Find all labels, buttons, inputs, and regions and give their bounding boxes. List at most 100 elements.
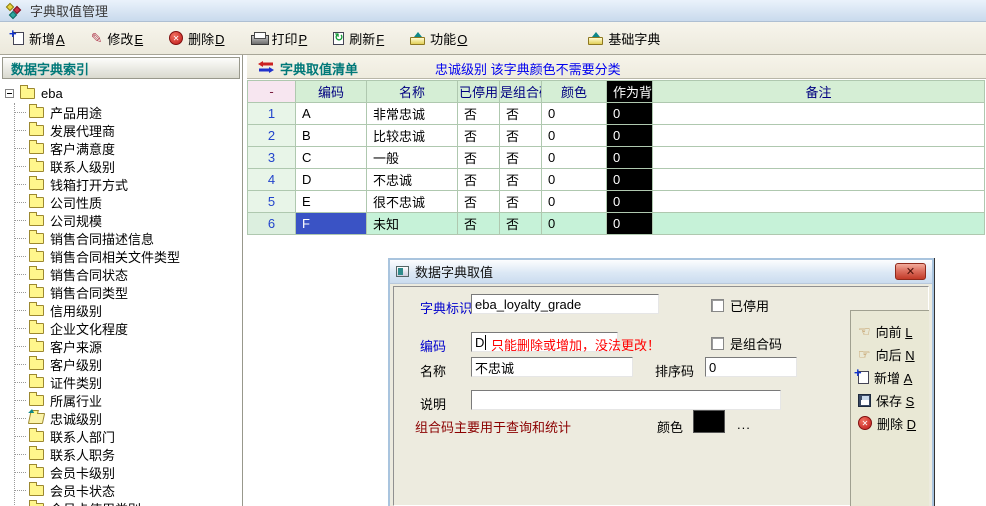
base-dictionary-button[interactable]: 基础字典 [582,26,666,51]
tree-item-label: 公司规模 [50,211,102,230]
tree-item[interactable]: 销售合同相关文件类型 [15,247,241,265]
color-picker-button[interactable]: ... [737,417,751,432]
tree-item[interactable]: 公司规模 [15,211,241,229]
tree-item[interactable]: 所属行业 [15,391,241,409]
table-row-selected[interactable]: 6 F 未知 否 否 0 0 [248,213,985,235]
folder-icon [29,233,44,244]
sort-input[interactable] [705,357,797,377]
tree-item[interactable]: 客户满意度 [15,139,241,157]
tree-item[interactable]: 发展代理商 [15,121,241,139]
col-header-combo[interactable]: 是组合码 [500,81,542,103]
table-row[interactable]: 1 A 非常忠诚 否 否 0 0 [248,103,985,125]
dialog-delete-button[interactable]: ✕ 删除 D [851,415,916,431]
function-button[interactable]: 功能O [404,26,473,51]
description-input[interactable] [471,390,781,410]
col-header-code[interactable]: 编码 [296,81,367,103]
sidebar-header: 数据字典索引 [2,57,240,79]
folder-icon [29,197,44,208]
stopped-checkbox[interactable] [711,299,724,312]
folder-icon [20,88,35,99]
tree-item[interactable]: 会员卡使用类别 [15,499,241,506]
tree-item[interactable]: 联系人级别 [15,157,241,175]
sidebar: 数据字典索引 eba 产品用途 发展代理商 客户满意度 联系人级别 钱箱打开方式… [0,55,243,506]
col-header-index[interactable]: - [248,81,296,103]
tree-item[interactable]: 销售合同状态 [15,265,241,283]
print-button[interactable]: 打印P [245,26,314,51]
tree-root-eba[interactable]: eba [0,84,241,103]
col-header-background[interactable]: 作为背景 [607,81,653,103]
tree-root-label: eba [41,86,63,101]
tree-item[interactable]: 企业文化程度 [15,319,241,337]
tree-item[interactable]: 销售合同类型 [15,283,241,301]
open-folder-icon [28,413,45,424]
app-icon [6,3,24,19]
collapse-icon[interactable] [5,89,14,98]
tree-item-label: 销售合同描述信息 [50,229,154,248]
dialog-add-button[interactable]: 新增 A [851,369,912,385]
table-row[interactable]: 3 C 一般 否 否 0 0 [248,147,985,169]
col-header-note[interactable]: 备注 [653,81,985,103]
dialog-body: 字典标识 已停用 编码 只能删除或增加，没法更改！ 是组合码 名称 排序码 说明… [390,284,932,506]
window-titlebar: 字典取值管理 [0,0,986,22]
tree-item[interactable]: 会员卡级别 [15,463,241,481]
combo-checkbox[interactable] [711,337,724,350]
window-title: 字典取值管理 [30,1,108,20]
stopped-checkbox-group: 已停用 [711,296,769,315]
folder-icon [29,251,44,262]
folder-icon [29,269,44,280]
add-button[interactable]: 新增A [7,26,71,51]
tree-item[interactable]: 产品用途 [15,103,241,121]
tree-item[interactable]: 钱箱打开方式 [15,175,241,193]
folder-icon [29,449,44,460]
tree-item[interactable]: 联系人职务 [15,445,241,463]
hand-left-icon: ☜ [858,325,871,337]
swap-arrows-icon [257,60,275,74]
tree-item-selected[interactable]: 忠诚级别 [15,409,241,427]
table-row[interactable]: 4 D 不忠诚 否 否 0 0 [248,169,985,191]
tree-item-label: 联系人部门 [50,427,115,446]
previous-button[interactable]: ☜ 向前 L [851,323,912,339]
folder-icon [29,125,44,136]
description-label: 说明 [420,394,446,413]
color-label: 颜色 [657,417,683,436]
tree-item[interactable]: 销售合同描述信息 [15,229,241,247]
tree-item-label: 企业文化程度 [50,319,128,338]
tree-item-label: 客户级别 [50,355,102,374]
app-window: 字典取值管理 新增A ✎ 修改E ✕ 删除D 打印P 刷新F 功能O 基 [0,0,986,506]
print-icon [251,32,267,45]
tree-item[interactable]: 证件类别 [15,373,241,391]
refresh-button[interactable]: 刷新F [327,26,390,51]
edit-button[interactable]: ✎ 修改E [85,26,149,51]
dict-id-label: 字典标识 [420,298,472,317]
dialog-button-panel: ☜ 向前 L ☞ 向后 N 新增 A 保存 S ✕ 删除 D [850,310,929,506]
tree-item[interactable]: 信用级别 [15,301,241,319]
folder-icon [29,161,44,172]
tree-item[interactable]: 联系人部门 [15,427,241,445]
list-header: 字典取值清单 忠诚级别 该字典颜色不需要分类 [247,55,986,79]
dict-id-input[interactable] [471,294,659,314]
delete-button[interactable]: ✕ 删除D [163,26,230,51]
tree-item[interactable]: 客户级别 [15,355,241,373]
col-header-stopped[interactable]: 已停用 [458,81,500,103]
tree-item-label: 忠诚级别 [50,409,102,428]
next-button[interactable]: ☞ 向后 N [851,346,915,362]
table-row[interactable]: 5 E 很不忠诚 否 否 0 0 [248,191,985,213]
tree-item-label: 公司性质 [50,193,102,212]
tree-item[interactable]: 公司性质 [15,193,241,211]
delete-icon: ✕ [858,416,872,430]
close-button[interactable]: ✕ [895,263,926,280]
table-row[interactable]: 2 B 比较忠诚 否 否 0 0 [248,125,985,147]
save-icon [858,394,871,407]
save-button[interactable]: 保存 S [851,392,914,408]
delete-icon: ✕ [169,31,183,45]
col-header-name[interactable]: 名称 [367,81,458,103]
tree-item-label: 销售合同状态 [50,265,128,284]
color-swatch[interactable] [693,410,725,433]
col-header-color[interactable]: 颜色 [542,81,607,103]
tree-item[interactable]: 客户来源 [15,337,241,355]
dialog-titlebar[interactable]: 数据字典取值 [390,260,932,284]
tree-item[interactable]: 会员卡状态 [15,481,241,499]
toolbar: 新增A ✎ 修改E ✕ 删除D 打印P 刷新F 功能O 基础字典 [0,22,986,55]
name-input[interactable] [471,357,633,377]
combo-label: 是组合码 [730,334,782,353]
